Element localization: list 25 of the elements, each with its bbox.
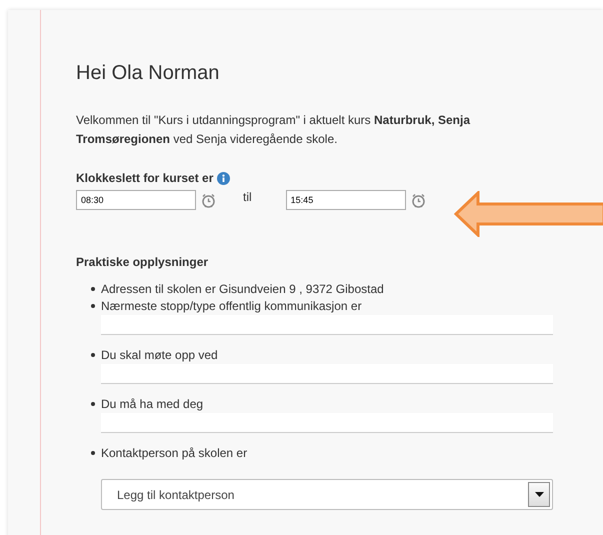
dropdown-caret-icon [534,492,544,497]
input-field[interactable] [101,364,553,384]
bullet-icon [91,286,95,290]
input-field[interactable] [101,413,553,433]
start-time-field[interactable]: 08:30 [76,190,196,210]
end-time-field[interactable]: 15:45 [286,190,406,210]
clock-icon[interactable] [201,192,216,208]
section-heading: Praktiske opplysninger [76,255,210,269]
separator-text: til [243,190,252,204]
intro-paragraph: Velkommen til "Kurs i utdanningsprogram" i aktuelt kurs Naturbruk, Senja Tromsøregionen ved Senja videregående skole. [76,112,472,148]
list-item-text: Du må ha med deg [101,396,204,410]
list-item-text: Nærmeste stopp/type offentlig kommunikasjon er [101,298,362,312]
clock-icon[interactable] [410,192,426,208]
input-field[interactable] [101,315,553,335]
contact-dropdown[interactable]: Legg til kontaktperson [101,479,553,510]
time-label: Klokkeslett for kurset er [76,171,214,185]
info-icon[interactable] [217,172,230,184]
list-item-text: Kontaktperson på skolen er [101,446,248,460]
bullet-icon [91,352,95,356]
list-item-text: Adressen til skolen er Gisundveien 9 , 9372 Gibostad [101,282,384,296]
greeting-heading: Hei Ola Norman [76,62,220,85]
bullet-icon [91,450,95,454]
bullet-icon [91,304,95,308]
list-item-text: Du skal møte opp ved [101,348,218,362]
bullet-icon [91,402,95,406]
